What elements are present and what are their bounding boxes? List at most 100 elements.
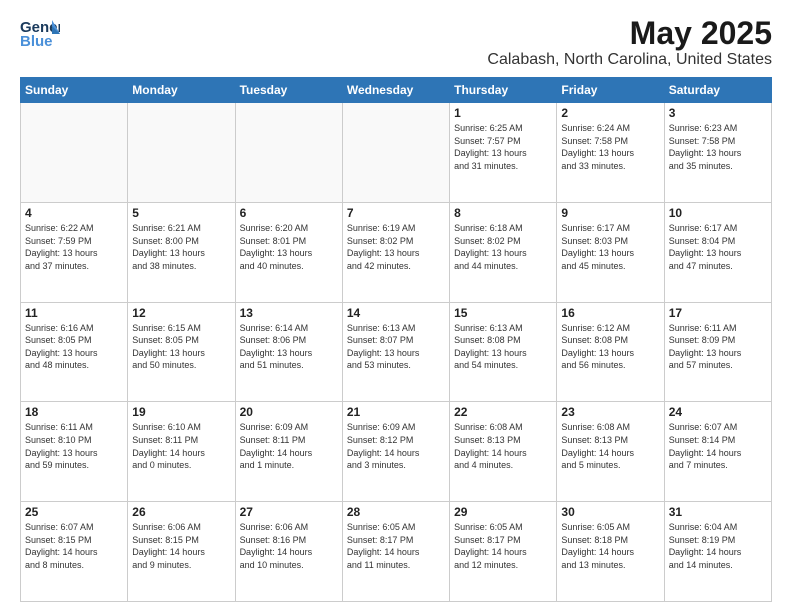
calendar-cell: 23 Sunrise: 6:08 AMSunset: 8:13 PMDayligh… bbox=[557, 402, 664, 502]
calendar-cell: 19Sunrise: 6:10 AMSunset: 8:11 PMDayligh… bbox=[128, 402, 235, 502]
calendar-cell: 14 Sunrise: 6:13 AMSunset: 8:07 PMDayligh… bbox=[342, 302, 449, 402]
day-info: Sunrise: 6:05 AMSunset: 8:17 PMDaylight:… bbox=[347, 521, 445, 571]
calendar-cell: 22 Sunrise: 6:08 AMSunset: 8:13 PMDayligh… bbox=[450, 402, 557, 502]
calendar-cell: 12 Sunrise: 6:15 AMSunset: 8:05 PMDayligh… bbox=[128, 302, 235, 402]
calendar-cell: 16Sunrise: 6:12 AMSunset: 8:08 PMDayligh… bbox=[557, 302, 664, 402]
day-number: 2 bbox=[561, 106, 659, 120]
header-saturday: Saturday bbox=[664, 78, 771, 103]
calendar-title: May 2025 bbox=[487, 16, 772, 51]
day-info: Sunrise: 6:11 AMSunset: 8:10 PMDaylight:… bbox=[25, 421, 123, 471]
header-thursday: Thursday bbox=[450, 78, 557, 103]
day-number: 30 bbox=[561, 505, 659, 519]
day-number: 19 bbox=[132, 405, 230, 419]
calendar-cell bbox=[235, 103, 342, 203]
day-info: Sunrise: 6:06 AMSunset: 8:16 PMDaylight:… bbox=[240, 521, 338, 571]
day-number: 23 bbox=[561, 405, 659, 419]
day-number: 6 bbox=[240, 206, 338, 220]
day-number: 24 bbox=[669, 405, 767, 419]
day-info: Sunrise: 6:14 AMSunset: 8:06 PMDaylight:… bbox=[240, 322, 338, 372]
day-info: Sunrise: 6:05 AMSunset: 8:17 PMDaylight:… bbox=[454, 521, 552, 571]
day-info: Sunrise: 6:20 AMSunset: 8:01 PMDaylight:… bbox=[240, 222, 338, 272]
day-number: 27 bbox=[240, 505, 338, 519]
day-info: Sunrise: 6:19 AMSunset: 8:02 PMDaylight:… bbox=[347, 222, 445, 272]
day-number: 3 bbox=[669, 106, 767, 120]
week-row-2: 4 Sunrise: 6:22 AMSunset: 7:59 PMDaylight… bbox=[21, 202, 772, 302]
day-info: Sunrise: 6:12 AMSunset: 8:08 PMDaylight:… bbox=[561, 322, 659, 372]
day-number: 18 bbox=[25, 405, 123, 419]
calendar-cell: 6 Sunrise: 6:20 AMSunset: 8:01 PMDaylight… bbox=[235, 202, 342, 302]
week-row-5: 25Sunrise: 6:07 AMSunset: 8:15 PMDayligh… bbox=[21, 502, 772, 602]
calendar-cell: 28 Sunrise: 6:05 AMSunset: 8:17 PMDayligh… bbox=[342, 502, 449, 602]
calendar-table: Sunday Monday Tuesday Wednesday Thursday… bbox=[20, 77, 772, 602]
header-tuesday: Tuesday bbox=[235, 78, 342, 103]
day-info: Sunrise: 6:17 AMSunset: 8:04 PMDaylight:… bbox=[669, 222, 767, 272]
calendar-cell bbox=[342, 103, 449, 203]
day-number: 31 bbox=[669, 505, 767, 519]
day-info: Sunrise: 6:23 AMSunset: 7:58 PMDaylight:… bbox=[669, 122, 767, 172]
svg-text:Blue: Blue bbox=[20, 33, 53, 50]
calendar-cell: 13Sunrise: 6:14 AMSunset: 8:06 PMDayligh… bbox=[235, 302, 342, 402]
calendar-cell: 25Sunrise: 6:07 AMSunset: 8:15 PMDayligh… bbox=[21, 502, 128, 602]
day-number: 5 bbox=[132, 206, 230, 220]
header: General Blue May 2025 Calabash, North Ca… bbox=[20, 16, 772, 69]
day-info: Sunrise: 6:06 AMSunset: 8:15 PMDaylight:… bbox=[132, 521, 230, 571]
calendar-cell: 17 Sunrise: 6:11 AMSunset: 8:09 PMDayligh… bbox=[664, 302, 771, 402]
calendar-cell: 21Sunrise: 6:09 AMSunset: 8:12 PMDayligh… bbox=[342, 402, 449, 502]
calendar-cell bbox=[21, 103, 128, 203]
day-number: 14 bbox=[347, 306, 445, 320]
day-number: 8 bbox=[454, 206, 552, 220]
calendar-cell: 4 Sunrise: 6:22 AMSunset: 7:59 PMDaylight… bbox=[21, 202, 128, 302]
day-number: 7 bbox=[347, 206, 445, 220]
day-info: Sunrise: 6:09 AMSunset: 8:11 PMDaylight:… bbox=[240, 421, 338, 471]
day-number: 20 bbox=[240, 405, 338, 419]
calendar-cell: 31 Sunrise: 6:04 AMSunset: 8:19 PMDayligh… bbox=[664, 502, 771, 602]
calendar-cell: 11Sunrise: 6:16 AMSunset: 8:05 PMDayligh… bbox=[21, 302, 128, 402]
calendar-cell: 7 Sunrise: 6:19 AMSunset: 8:02 PMDaylight… bbox=[342, 202, 449, 302]
day-number: 29 bbox=[454, 505, 552, 519]
header-sunday: Sunday bbox=[21, 78, 128, 103]
day-number: 10 bbox=[669, 206, 767, 220]
day-number: 12 bbox=[132, 306, 230, 320]
calendar-cell: 24 Sunrise: 6:07 AMSunset: 8:14 PMDayligh… bbox=[664, 402, 771, 502]
day-info: Sunrise: 6:05 AMSunset: 8:18 PMDaylight:… bbox=[561, 521, 659, 571]
day-info: Sunrise: 6:04 AMSunset: 8:19 PMDaylight:… bbox=[669, 521, 767, 571]
day-number: 22 bbox=[454, 405, 552, 419]
logo-icon: General Blue bbox=[20, 16, 60, 52]
day-info: Sunrise: 6:24 AMSunset: 7:58 PMDaylight:… bbox=[561, 122, 659, 172]
logo: General Blue bbox=[20, 16, 60, 52]
week-row-4: 18 Sunrise: 6:11 AMSunset: 8:10 PMDayligh… bbox=[21, 402, 772, 502]
calendar-cell: 26 Sunrise: 6:06 AMSunset: 8:15 PMDayligh… bbox=[128, 502, 235, 602]
day-number: 26 bbox=[132, 505, 230, 519]
weekday-header-row: Sunday Monday Tuesday Wednesday Thursday… bbox=[21, 78, 772, 103]
calendar-cell: 20 Sunrise: 6:09 AMSunset: 8:11 PMDayligh… bbox=[235, 402, 342, 502]
day-info: Sunrise: 6:08 AMSunset: 8:13 PMDaylight:… bbox=[561, 421, 659, 471]
calendar-cell bbox=[128, 103, 235, 203]
day-number: 28 bbox=[347, 505, 445, 519]
day-info: Sunrise: 6:08 AMSunset: 8:13 PMDaylight:… bbox=[454, 421, 552, 471]
calendar-cell: 30 Sunrise: 6:05 AMSunset: 8:18 PMDayligh… bbox=[557, 502, 664, 602]
calendar-cell: 5 Sunrise: 6:21 AMSunset: 8:00 PMDaylight… bbox=[128, 202, 235, 302]
calendar-cell: 18 Sunrise: 6:11 AMSunset: 8:10 PMDayligh… bbox=[21, 402, 128, 502]
day-number: 17 bbox=[669, 306, 767, 320]
day-info: Sunrise: 6:21 AMSunset: 8:00 PMDaylight:… bbox=[132, 222, 230, 272]
calendar-cell: 15 Sunrise: 6:13 AMSunset: 8:08 PMDayligh… bbox=[450, 302, 557, 402]
day-info: Sunrise: 6:22 AMSunset: 7:59 PMDaylight:… bbox=[25, 222, 123, 272]
day-number: 11 bbox=[25, 306, 123, 320]
calendar-subtitle: Calabash, North Carolina, United States bbox=[487, 51, 772, 69]
week-row-1: 1 Sunrise: 6:25 AMSunset: 7:57 PMDaylight… bbox=[21, 103, 772, 203]
day-info: Sunrise: 6:13 AMSunset: 8:07 PMDaylight:… bbox=[347, 322, 445, 372]
day-number: 1 bbox=[454, 106, 552, 120]
header-wednesday: Wednesday bbox=[342, 78, 449, 103]
calendar-cell: 2 Sunrise: 6:24 AMSunset: 7:58 PMDaylight… bbox=[557, 103, 664, 203]
calendar-cell: 10 Sunrise: 6:17 AMSunset: 8:04 PMDayligh… bbox=[664, 202, 771, 302]
day-info: Sunrise: 6:11 AMSunset: 8:09 PMDaylight:… bbox=[669, 322, 767, 372]
day-info: Sunrise: 6:15 AMSunset: 8:05 PMDaylight:… bbox=[132, 322, 230, 372]
day-info: Sunrise: 6:25 AMSunset: 7:57 PMDaylight:… bbox=[454, 122, 552, 172]
day-info: Sunrise: 6:17 AMSunset: 8:03 PMDaylight:… bbox=[561, 222, 659, 272]
calendar-cell: 8Sunrise: 6:18 AMSunset: 8:02 PMDaylight… bbox=[450, 202, 557, 302]
day-number: 4 bbox=[25, 206, 123, 220]
day-number: 21 bbox=[347, 405, 445, 419]
day-info: Sunrise: 6:13 AMSunset: 8:08 PMDaylight:… bbox=[454, 322, 552, 372]
day-number: 15 bbox=[454, 306, 552, 320]
day-info: Sunrise: 6:07 AMSunset: 8:14 PMDaylight:… bbox=[669, 421, 767, 471]
